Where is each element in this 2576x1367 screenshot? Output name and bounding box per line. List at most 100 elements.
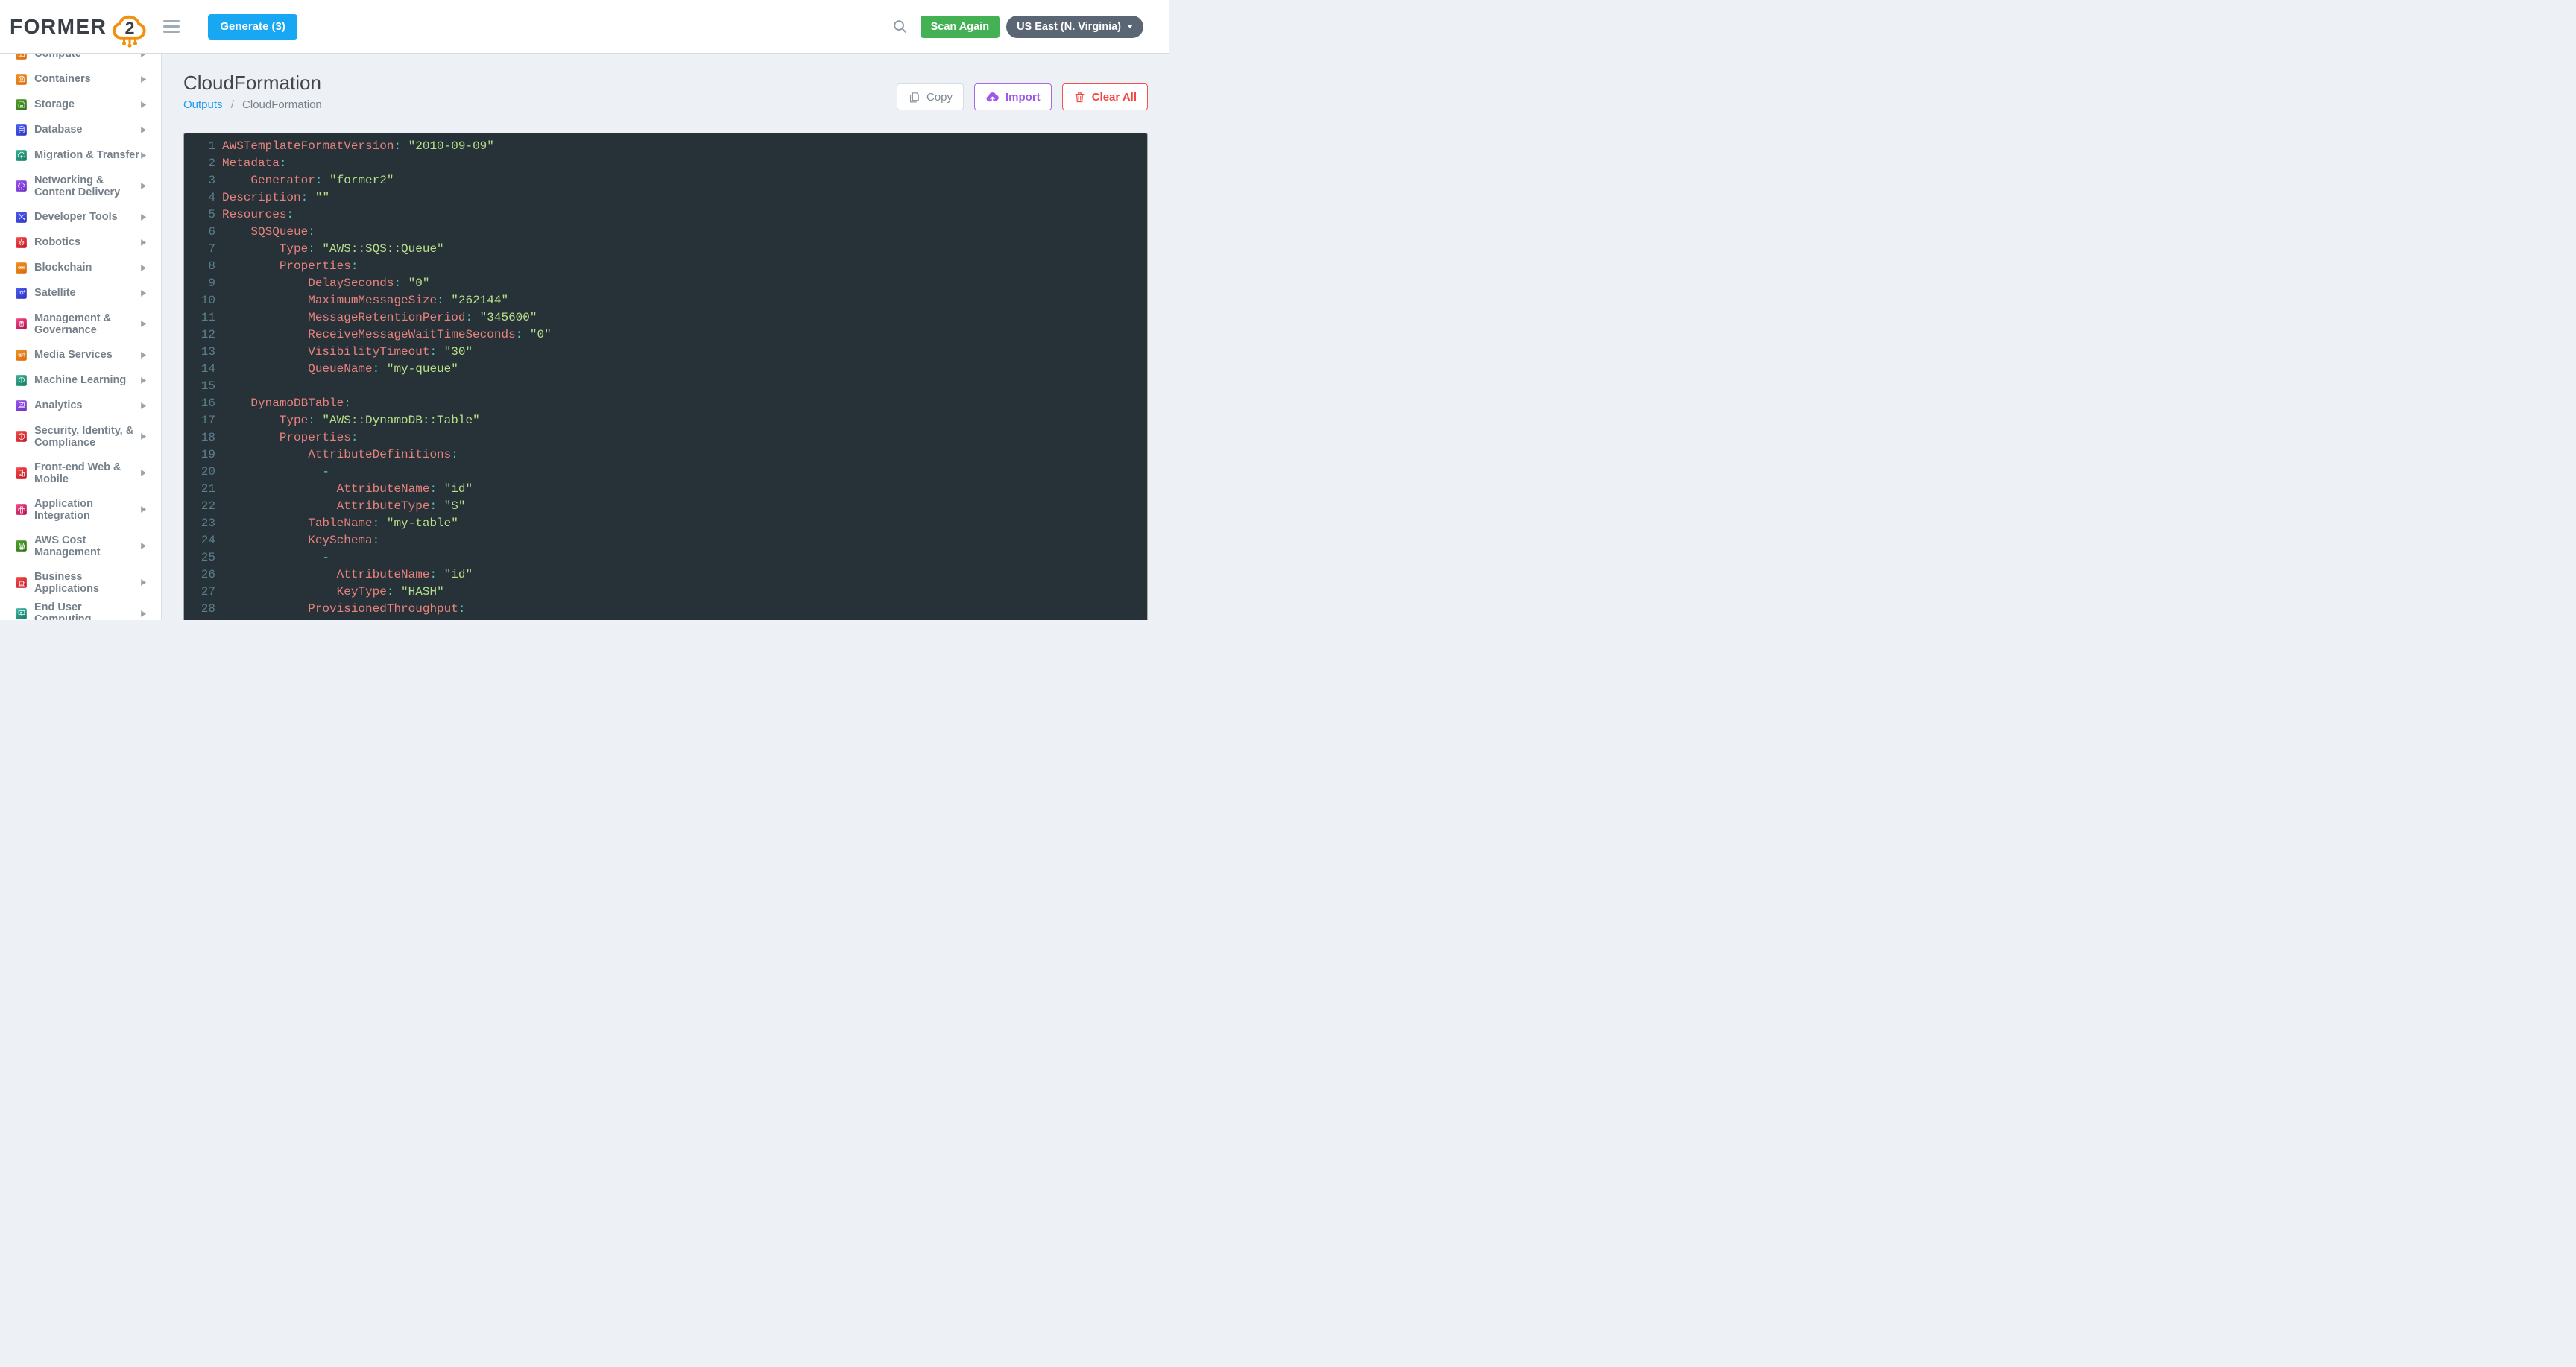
region-dropdown[interactable]: US East (N. Virginia) — [1006, 16, 1143, 38]
code-line-text: AttributeName: "id" — [215, 566, 473, 584]
cloud-upload-icon — [985, 91, 1000, 104]
code-gutter-number: 10 — [184, 292, 215, 309]
code-line-text: MaximumMessageSize: "262144" — [215, 292, 508, 309]
code-line-text: AttributeDefinitions: — [215, 446, 458, 464]
sidebar-item-label: Networking & Content Delivery — [34, 174, 141, 198]
breadcrumb-outputs-link[interactable]: Outputs — [183, 98, 223, 111]
sidebar-item-storage[interactable]: Storage ▶ — [0, 92, 161, 117]
generate-button[interactable]: Generate (3) — [208, 14, 297, 40]
code-gutter-number: 26 — [184, 566, 215, 584]
sidebar-item-blockchain[interactable]: Blockchain ▶ — [0, 255, 161, 280]
import-button[interactable]: Import — [974, 83, 1052, 110]
former2-logo[interactable]: FORMER 2 — [10, 6, 151, 48]
code-line-text: Generator: "former2" — [215, 172, 394, 189]
chevron-right-icon: ▶ — [141, 99, 146, 110]
chevron-right-icon: ▶ — [141, 288, 146, 298]
code-line: 9 DelaySeconds: "0" — [184, 275, 1147, 292]
chevron-right-icon: ▶ — [141, 181, 146, 192]
sidebar-item-database[interactable]: Database ▶ — [0, 117, 161, 142]
search-icon[interactable] — [892, 19, 908, 34]
sidebar-item-end-user-computing[interactable]: End User Computing ▶ — [0, 601, 161, 620]
chevron-right-icon: ▶ — [141, 505, 146, 515]
code-line: 3 Generator: "former2" — [184, 172, 1147, 189]
code-line: 11 MessageRetentionPeriod: "345600" — [184, 309, 1147, 326]
action-buttons: Copy Import Clear All — [897, 83, 1148, 110]
code-line: 21 AttributeName: "id" — [184, 481, 1147, 498]
code-line: 22 AttributeType: "S" — [184, 498, 1147, 515]
sidebar-item-media-services[interactable]: Media Services ▶ — [0, 342, 161, 367]
main-content: CloudFormation Outputs / CloudFormation … — [162, 54, 1169, 620]
code-gutter-number: 8 — [184, 258, 215, 275]
sidebar-item-robotics[interactable]: Robotics ▶ — [0, 230, 161, 255]
sidebar-item-management-governance[interactable]: Management & Governance ▶ — [0, 306, 161, 342]
code-gutter-number: 4 — [184, 189, 215, 206]
sidebar-item-aws-cost-management[interactable]: AWS Cost Management ▶ — [0, 528, 161, 564]
code-line: 5Resources: — [184, 206, 1147, 224]
sidebar-item-label: Media Services — [34, 349, 141, 361]
sidebar: Compute ▶ Containers ▶ Storage ▶ Databas… — [0, 0, 162, 620]
code-gutter-number: 15 — [184, 378, 215, 395]
code-gutter-number: 21 — [184, 481, 215, 498]
satellite-icon — [16, 288, 27, 299]
sidebar-item-business-applications[interactable]: Business Applications ▶ — [0, 564, 161, 601]
scan-again-button[interactable]: Scan Again — [921, 16, 1000, 38]
chevron-right-icon: ▶ — [141, 150, 146, 160]
chevron-right-icon: ▶ — [141, 608, 146, 619]
code-line: 19 AttributeDefinitions: — [184, 446, 1147, 464]
code-line-text: ReceiveMessageWaitTimeSeconds: "0" — [215, 326, 552, 344]
code-line: 12 ReceiveMessageWaitTimeSeconds: "0" — [184, 326, 1147, 344]
region-label: US East (N. Virginia) — [1017, 21, 1121, 33]
sidebar-item-developer-tools[interactable]: Developer Tools ▶ — [0, 204, 161, 230]
code-gutter-number: 16 — [184, 395, 215, 412]
sidebar-item-machine-learning[interactable]: Machine Learning ▶ — [0, 367, 161, 393]
code-line-text: ProvisionedThroughput: — [215, 601, 465, 618]
sidebar-item-application-integration[interactable]: Application Integration ▶ — [0, 491, 161, 528]
blockchain-icon — [16, 262, 27, 274]
code-gutter-number: 18 — [184, 429, 215, 446]
sidebar-item-label: Database — [34, 124, 141, 136]
sidebar-item-label: Robotics — [34, 236, 141, 248]
sidebar-item-label: Developer Tools — [34, 211, 141, 223]
clear-all-button[interactable]: Clear All — [1062, 83, 1148, 110]
breadcrumb-current: CloudFormation — [242, 98, 322, 111]
code-line: 18 Properties: — [184, 429, 1147, 446]
sidebar-item-label: Front-end Web & Mobile — [34, 461, 141, 485]
code-line-text: - — [215, 549, 329, 566]
sidebar-item-front-end-web-mobile[interactable]: Front-end Web & Mobile ▶ — [0, 455, 161, 491]
menu-icon[interactable] — [160, 14, 183, 39]
code-line-text: AttributeType: "S" — [215, 498, 465, 515]
sidebar-item-label: End User Computing — [34, 602, 141, 620]
logo-text: FORMER — [10, 15, 107, 39]
sidebar-item-migration-transfer[interactable]: Migration & Transfer ▶ — [0, 142, 161, 168]
code-line-text — [215, 378, 222, 395]
sidebar-item-containers[interactable]: Containers ▶ — [0, 66, 161, 92]
sidebar-item-satellite[interactable]: Satellite ▶ — [0, 280, 161, 306]
code-line: 27 KeyType: "HASH" — [184, 584, 1147, 601]
code-gutter-number: 13 — [184, 344, 215, 361]
page-title: CloudFormation — [183, 72, 321, 95]
chevron-right-icon: ▶ — [141, 400, 146, 411]
code-line-text: AWSTemplateFormatVersion: "2010-09-09" — [215, 138, 494, 155]
copy-button[interactable]: Copy — [897, 83, 964, 110]
chevron-right-icon: ▶ — [141, 541, 146, 552]
former2-app: Compute ▶ Containers ▶ Storage ▶ Databas… — [0, 0, 1169, 620]
code-line-text: MessageRetentionPeriod: "345600" — [215, 309, 537, 326]
code-line: 28 ProvisionedThroughput: — [184, 601, 1147, 618]
containers-icon — [16, 74, 27, 85]
database-icon — [16, 124, 27, 136]
sidebar-item-label: Machine Learning — [34, 374, 141, 386]
cloudformation-yaml-editor[interactable]: 1AWSTemplateFormatVersion: "2010-09-09"2… — [183, 133, 1148, 620]
sidebar-item-label: Blockchain — [34, 262, 141, 274]
sidebar-item-label: Migration & Transfer — [34, 149, 141, 161]
code-gutter-number: 9 — [184, 275, 215, 292]
security-identity-compliance-icon — [16, 431, 27, 442]
code-line: 8 Properties: — [184, 258, 1147, 275]
robotics-icon — [16, 237, 27, 248]
application-integration-icon — [16, 504, 27, 515]
sidebar-item-analytics[interactable]: Analytics ▶ — [0, 393, 161, 418]
code-gutter-number: 12 — [184, 326, 215, 344]
sidebar-item-networking-content-delivery[interactable]: Networking & Content Delivery ▶ — [0, 168, 161, 204]
sidebar-item-security-identity-compliance[interactable]: Security, Identity, & Compliance ▶ — [0, 418, 161, 455]
chevron-right-icon: ▶ — [141, 212, 146, 222]
logo-cloud-icon: 2 — [108, 10, 151, 51]
